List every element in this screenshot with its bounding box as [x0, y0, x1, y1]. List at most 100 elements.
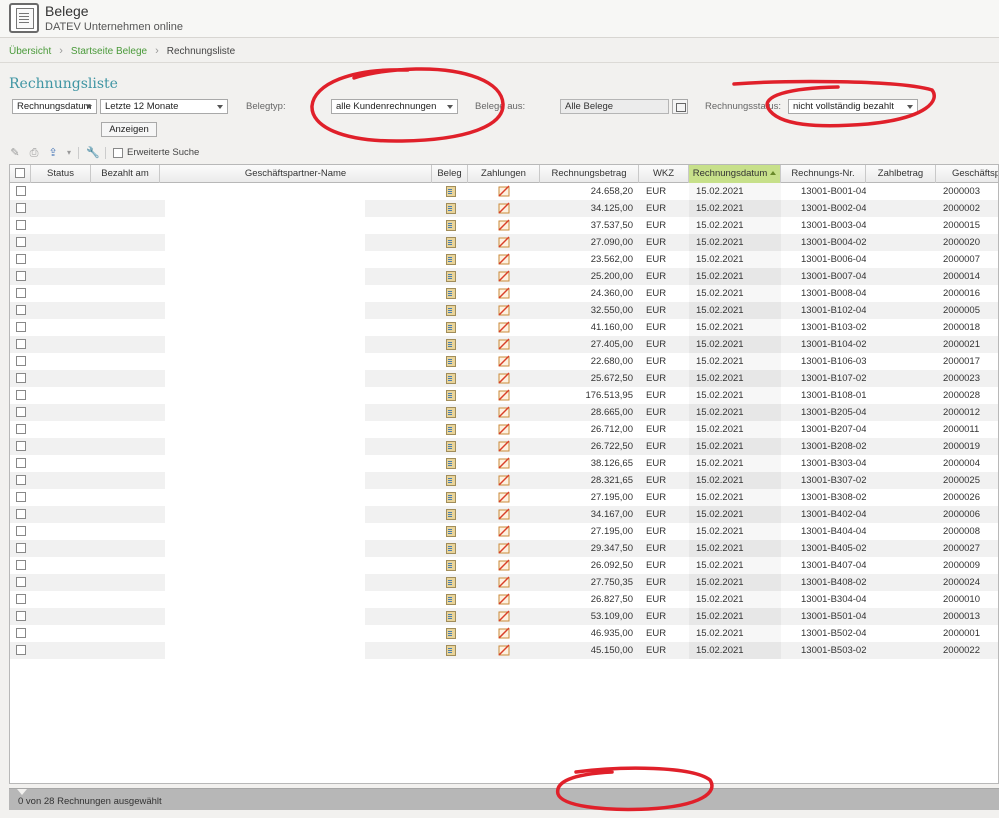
table-row[interactable]: 37.537,50 EUR 15.02.2021 13001-B003-04 20000…: [10, 217, 998, 234]
table-row[interactable]: 26.092,50 EUR 15.02.2021 13001-B407-04 20000…: [10, 557, 998, 574]
payment-icon[interactable]: [498, 372, 510, 384]
col-rechnungsbetrag[interactable]: Rechnungsbetrag: [540, 165, 639, 183]
document-icon[interactable]: [446, 203, 456, 214]
payment-icon[interactable]: [498, 627, 510, 639]
extended-search-checkbox[interactable]: [113, 147, 123, 158]
row-checkbox[interactable]: [16, 543, 26, 553]
row-checkbox[interactable]: [16, 611, 26, 621]
document-icon[interactable]: [446, 526, 456, 537]
select-all-checkbox[interactable]: [15, 168, 25, 178]
document-icon[interactable]: [446, 305, 456, 316]
row-checkbox[interactable]: [16, 373, 26, 383]
document-icon[interactable]: [446, 322, 456, 333]
payment-icon[interactable]: [498, 185, 510, 197]
row-checkbox[interactable]: [16, 509, 26, 519]
table-row[interactable]: 22.680,00 EUR 15.02.2021 13001-B106-03 20000…: [10, 353, 998, 370]
col-wkz[interactable]: WKZ: [639, 165, 689, 183]
row-checkbox[interactable]: [16, 322, 26, 332]
table-row[interactable]: 32.550,00 EUR 15.02.2021 13001-B102-04 20000…: [10, 302, 998, 319]
document-icon[interactable]: [446, 628, 456, 639]
payment-icon[interactable]: [498, 423, 510, 435]
table-row[interactable]: 28.321,65 EUR 15.02.2021 13001-B307-02 20000…: [10, 472, 998, 489]
col-partner-name[interactable]: Geschäftspartner-Name: [160, 165, 432, 183]
export-icon[interactable]: ⇪: [47, 147, 59, 159]
table-row[interactable]: 27.195,00 EUR 15.02.2021 13001-B308-02 20000…: [10, 489, 998, 506]
document-icon[interactable]: [446, 611, 456, 622]
document-icon[interactable]: [446, 475, 456, 486]
payment-icon[interactable]: [498, 321, 510, 333]
payment-icon[interactable]: [498, 304, 510, 316]
row-checkbox[interactable]: [16, 526, 26, 536]
table-row[interactable]: 34.125,00 EUR 15.02.2021 13001-B002-04 20000…: [10, 200, 998, 217]
table-row[interactable]: 46.935,00 EUR 15.02.2021 13001-B502-04 20000…: [10, 625, 998, 642]
table-row[interactable]: 27.750,35 EUR 15.02.2021 13001-B408-02 20000…: [10, 574, 998, 591]
table-row[interactable]: 23.562,00 EUR 15.02.2021 13001-B006-04 20000…: [10, 251, 998, 268]
payment-icon[interactable]: [498, 389, 510, 401]
document-icon[interactable]: [446, 441, 456, 452]
document-icon[interactable]: [446, 237, 456, 248]
payment-icon[interactable]: [498, 236, 510, 248]
payment-icon[interactable]: [498, 338, 510, 350]
belegtyp-select[interactable]: alle Kundenrechnungen: [331, 99, 458, 114]
payment-icon[interactable]: [498, 508, 510, 520]
row-checkbox[interactable]: [16, 254, 26, 264]
print-icon[interactable]: ⎙: [28, 147, 40, 159]
document-icon[interactable]: [446, 339, 456, 350]
payment-icon[interactable]: [498, 559, 510, 571]
document-icon[interactable]: [446, 577, 456, 588]
col-rechnungs-nr[interactable]: Rechnungs-Nr.: [781, 165, 866, 183]
payment-icon[interactable]: [498, 542, 510, 554]
table-row[interactable]: 24.360,00 EUR 15.02.2021 13001-B008-04 20000…: [10, 285, 998, 302]
row-checkbox[interactable]: [16, 441, 26, 451]
row-checkbox[interactable]: [16, 458, 26, 468]
payment-icon[interactable]: [498, 202, 510, 214]
col-beleg[interactable]: Beleg: [432, 165, 468, 183]
period-select[interactable]: Letzte 12 Monate: [100, 99, 228, 114]
edit-icon[interactable]: ✎: [9, 147, 21, 159]
payment-icon[interactable]: [498, 355, 510, 367]
col-geschaeftspartner[interactable]: Geschäftspar: [936, 165, 998, 183]
table-row[interactable]: 41.160,00 EUR 15.02.2021 13001-B103-02 20000…: [10, 319, 998, 336]
table-row[interactable]: 53.109,00 EUR 15.02.2021 13001-B501-04 20000…: [10, 608, 998, 625]
payment-icon[interactable]: [498, 406, 510, 418]
date-field-select[interactable]: Rechnungsdatum: [12, 99, 97, 114]
table-row[interactable]: 176.513,95 EUR 15.02.2021 13001-B108-01 2000…: [10, 387, 998, 404]
row-checkbox[interactable]: [16, 356, 26, 366]
row-checkbox[interactable]: [16, 186, 26, 196]
breadcrumb-startseite-belege[interactable]: Startseite Belege: [71, 46, 147, 57]
table-row[interactable]: 26.827,50 EUR 15.02.2021 13001-B304-04 20000…: [10, 591, 998, 608]
document-icon[interactable]: [446, 543, 456, 554]
row-checkbox[interactable]: [16, 203, 26, 213]
payment-icon[interactable]: [498, 576, 510, 588]
rechnungsstatus-select[interactable]: nicht vollständig bezahlt: [788, 99, 918, 114]
payment-icon[interactable]: [498, 644, 510, 656]
row-checkbox[interactable]: [16, 475, 26, 485]
payment-icon[interactable]: [498, 457, 510, 469]
row-checkbox[interactable]: [16, 339, 26, 349]
document-icon[interactable]: [446, 509, 456, 520]
payment-icon[interactable]: [498, 610, 510, 622]
payment-icon[interactable]: [498, 491, 510, 503]
breadcrumb-uebersicht[interactable]: Übersicht: [9, 46, 51, 57]
table-row[interactable]: 26.712,00 EUR 15.02.2021 13001-B207-04 20000…: [10, 421, 998, 438]
col-zahlungen[interactable]: Zahlungen: [468, 165, 540, 183]
table-row[interactable]: 34.167,00 EUR 15.02.2021 13001-B402-04 20000…: [10, 506, 998, 523]
document-icon[interactable]: [446, 220, 456, 231]
payment-icon[interactable]: [498, 219, 510, 231]
table-row[interactable]: 27.195,00 EUR 15.02.2021 13001-B404-04 20000…: [10, 523, 998, 540]
row-checkbox[interactable]: [16, 271, 26, 281]
document-icon[interactable]: [446, 458, 456, 469]
show-button[interactable]: Anzeigen: [101, 122, 157, 137]
row-checkbox[interactable]: [16, 594, 26, 604]
chevron-down-icon[interactable]: ▾: [66, 147, 72, 159]
col-status[interactable]: Status: [31, 165, 91, 183]
document-icon[interactable]: [446, 407, 456, 418]
col-zahlbetrag[interactable]: Zahlbetrag: [866, 165, 936, 183]
document-icon[interactable]: [446, 254, 456, 265]
table-row[interactable]: 27.090,00 EUR 15.02.2021 13001-B004-02 20000…: [10, 234, 998, 251]
document-icon[interactable]: [446, 288, 456, 299]
payment-icon[interactable]: [498, 287, 510, 299]
table-row[interactable]: 27.405,00 EUR 15.02.2021 13001-B104-02 20000…: [10, 336, 998, 353]
document-icon[interactable]: [446, 424, 456, 435]
document-icon[interactable]: [446, 492, 456, 503]
